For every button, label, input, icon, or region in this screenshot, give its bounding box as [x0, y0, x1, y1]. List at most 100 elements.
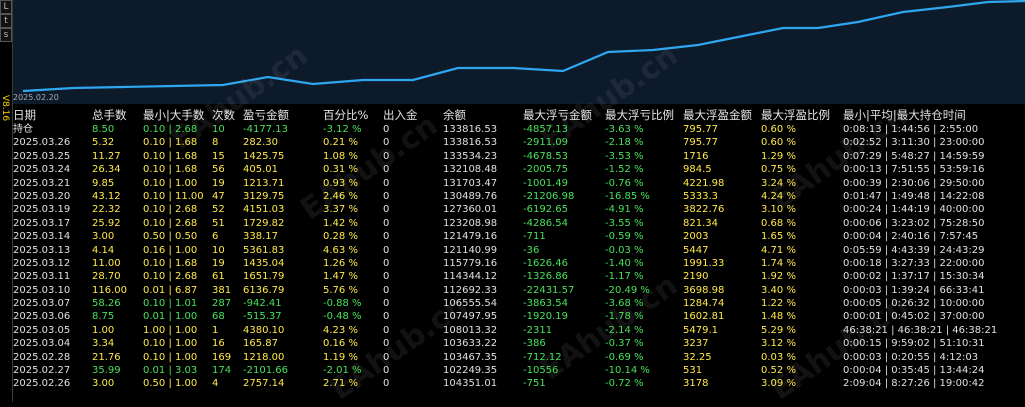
cell-max-float-profit: 4221.98: [683, 177, 725, 189]
cell-hold-time: 0:00:24 | 1:44:19 | 40:00:00: [843, 204, 985, 216]
table-row: 2025.03.04 3.34 0.10 | 1.00 16 165.87 0.16 % 0…: [13, 337, 1025, 350]
cell-max-float-loss-pct: -0.76 %: [605, 177, 644, 189]
cell-max-float-profit: 1602.81: [683, 311, 725, 323]
cell-profit-loss: -4177.13: [243, 124, 288, 135]
cell-deposit: 0: [383, 311, 390, 323]
cell-max-float-profit-pct: 4.24 %: [761, 190, 796, 202]
table-row: 2025.02.28 21.76 0.10 | 1.00 169 1218.00 1.19…: [13, 351, 1025, 364]
cell-max-float-profit-pct: 0.75 %: [761, 164, 796, 176]
cell-date: 2025.03.11: [13, 271, 71, 283]
cell-max-float-loss: -3863.54: [523, 298, 568, 310]
cell-total-lots: 3.00: [92, 231, 115, 243]
table-row: 2025.03.17 25.92 0.10 | 2.68 51 1729.82 1.42 …: [13, 217, 1025, 230]
header-hold-time: 最小|平均|最大持仓时间: [843, 108, 966, 122]
cell-profit-loss: 4151.03: [243, 204, 285, 216]
cell-total-lots: 58.26: [92, 298, 121, 310]
table-row: 2025.03.24 26.34 0.10 | 1.68 56 405.01 0.31 %…: [13, 163, 1025, 176]
cell-max-float-profit-pct: 0.68 %: [761, 217, 796, 229]
cell-balance: 130489.76: [443, 190, 498, 202]
toolbar-button-2[interactable]: t: [0, 14, 12, 28]
table-row: 2025.03.25 11.27 0.10 | 1.68 15 1425.75 1.08 …: [13, 150, 1025, 163]
table-row: 2025.03.05 1.00 1.00 | 1.00 1 4380.10 4.23 % 0…: [13, 324, 1025, 337]
header-profit-loss: 盈亏金额: [243, 108, 289, 122]
cell-max-float-loss: -4286.54: [523, 217, 568, 229]
cell-max-float-profit: 795.77: [683, 124, 718, 135]
chart-start-date-label: 2025.02.20: [13, 93, 59, 102]
cell-balance: 127360.01: [443, 204, 498, 216]
cell-deposit: 0: [383, 150, 390, 162]
cell-max-float-loss-pct: -0.37 %: [605, 338, 644, 350]
cell-total-lots: 116.00: [92, 284, 127, 296]
cell-count: 169: [212, 351, 232, 363]
cell-deposit: 0: [383, 231, 390, 243]
cell-deposit: 0: [383, 284, 390, 296]
cell-max-float-profit: 984.5: [683, 164, 712, 176]
cell-hold-time: 0:00:03 | 1:39:24 | 66:33:41: [843, 284, 985, 296]
cell-date: 2025.03.25: [13, 150, 71, 162]
cell-max-float-loss-pct: -2.18 %: [605, 137, 644, 149]
cell-max-float-loss: -4678.53: [523, 150, 568, 162]
cell-percent: 2.71 %: [323, 378, 358, 390]
cell-date: 2025.03.20: [13, 190, 71, 202]
cell-total-lots: 8.75: [92, 311, 115, 323]
cell-percent: 0.93 %: [323, 177, 358, 189]
cell-profit-loss: 165.87: [243, 338, 278, 350]
cell-max-float-loss-pct: -0.72 %: [605, 378, 644, 390]
table-row: 2025.03.06 8.75 0.01 | 1.00 68 -515.37 -0.48 …: [13, 310, 1025, 323]
cell-hold-time: 0:00:06 | 3:23:02 | 75:28:50: [843, 217, 985, 229]
cell-deposit: 0: [383, 298, 390, 310]
cell-max-float-profit: 32.25: [683, 351, 712, 363]
cell-count: 174: [212, 365, 232, 377]
cell-max-float-profit: 5447: [683, 244, 709, 256]
cell-profit-loss: 1425.75: [243, 150, 285, 162]
cell-deposit: 0: [383, 164, 390, 176]
cell-total-lots: 35.99: [92, 365, 121, 377]
cell-date: 2025.02.27: [13, 365, 71, 377]
header-deposit: 出入金: [383, 108, 418, 122]
cell-max-float-profit-pct: 3.09 %: [761, 378, 796, 390]
cell-hold-time: 0:00:04 | 2:40:16 | 7:57:45: [843, 231, 979, 243]
cell-max-float-loss: -6192.65: [523, 204, 568, 216]
cell-total-lots: 11.27: [92, 150, 121, 162]
cell-balance: 106555.54: [443, 298, 498, 310]
cell-min-max-lots: 0.10 | 1.68: [143, 164, 198, 176]
cell-date: 2025.03.07: [13, 298, 71, 310]
cell-count: 16: [212, 338, 225, 350]
cell-max-float-profit: 795.77: [683, 137, 718, 149]
cell-max-float-loss-pct: -1.52 %: [605, 164, 644, 176]
cell-hold-time: 0:00:39 | 2:30:06 | 29:50:00: [843, 177, 985, 189]
table-row: 2025.03.14 3.00 0.50 | 0.50 6 338.17 0.28 % 0 1…: [13, 230, 1025, 243]
cell-max-float-profit-pct: 1.74 %: [761, 257, 796, 269]
cell-min-max-lots: 0.50 | 1.00: [143, 378, 198, 390]
cell-percent: 1.08 %: [323, 150, 358, 162]
table-row: 2025.02.27 35.99 0.01 | 3.03 174 -2101.66 -2.…: [13, 364, 1025, 377]
cell-balance: 114344.12: [443, 271, 498, 283]
toolbar-button-3[interactable]: s: [0, 28, 12, 42]
cell-count: 10: [212, 244, 225, 256]
cell-min-max-lots: 0.10 | 11.00: [143, 190, 204, 202]
cell-date: 2025.03.17: [13, 217, 71, 229]
cell-percent: 0.28 %: [323, 231, 358, 243]
cell-min-max-lots: 0.50 | 0.50: [143, 231, 198, 243]
cell-percent: 1.47 %: [323, 271, 358, 283]
cell-percent: 1.19 %: [323, 351, 358, 363]
cell-balance: 133534.23: [443, 150, 498, 162]
cell-max-float-loss: -22431.57: [523, 284, 575, 296]
cell-percent: -0.48 %: [323, 311, 362, 323]
table-row: 持仓 8.50 0.10 | 2.68 10 -4177.13 -3.12 % 0 13381…: [13, 123, 1025, 136]
cell-max-float-profit: 2003: [683, 231, 709, 243]
cell-max-float-profit-pct: 0.52 %: [761, 365, 796, 377]
header-percent: 百分比%: [323, 108, 369, 122]
table-row: 2025.03.07 58.26 0.10 | 1.01 287 -942.41 -0.8…: [13, 297, 1025, 310]
cell-total-lots: 3.00: [92, 378, 115, 390]
cell-min-max-lots: 0.10 | 2.68: [143, 204, 198, 216]
header-max-float-profit-pct: 最大浮盈比例: [761, 108, 830, 122]
cell-total-lots: 25.92: [92, 217, 121, 229]
cell-max-float-profit: 5479.1: [683, 324, 718, 336]
cell-max-float-loss-pct: -2.14 %: [605, 324, 644, 336]
cell-percent: 5.76 %: [323, 284, 358, 296]
cell-balance: 107497.95: [443, 311, 498, 323]
equity-chart: [13, 0, 1025, 104]
cell-max-float-profit: 1284.74: [683, 298, 725, 310]
toolbar-button-1[interactable]: L: [0, 0, 12, 14]
